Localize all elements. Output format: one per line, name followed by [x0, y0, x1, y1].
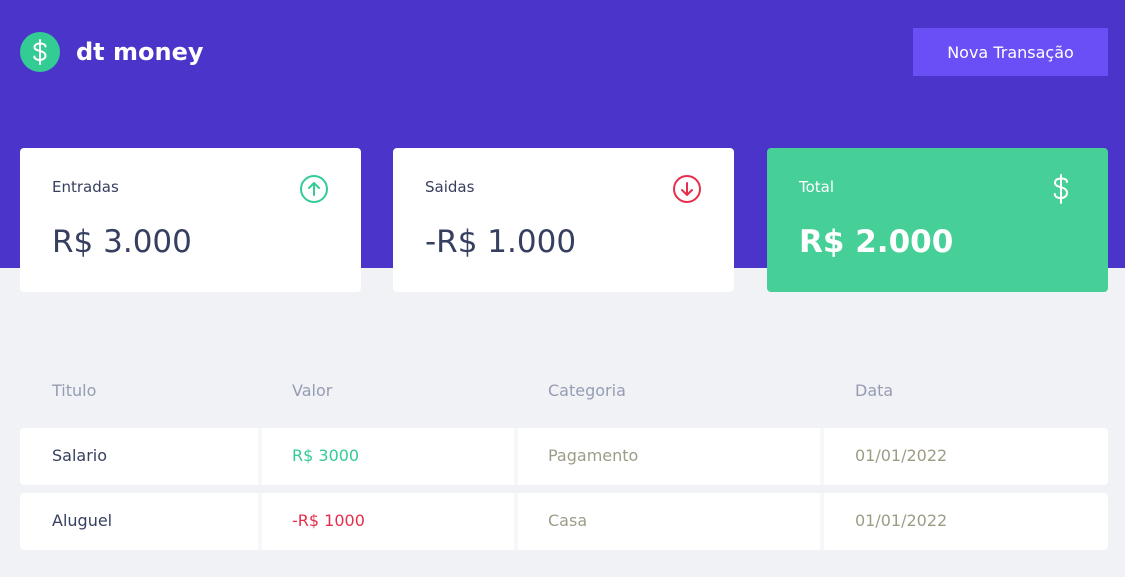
dollar-logo-icon	[20, 32, 60, 72]
row-amount: R$ 3000	[292, 446, 360, 465]
outcome-value: -R$ 1.000	[425, 224, 577, 260]
row-category: Pagamento	[548, 446, 639, 465]
table-row: Aluguel -R$ 1000 Casa 01/01/2022	[20, 493, 1108, 550]
column-date: Data	[855, 381, 894, 400]
table-row: Salario R$ 3000 Pagamento 01/01/2022	[20, 428, 1108, 485]
brand-name: dt money	[76, 38, 204, 66]
total-card: Total R$ 2.000	[767, 148, 1108, 292]
transactions-table-header: Titulo Valor Categoria Data	[20, 381, 1108, 403]
arrow-up-circle-icon	[300, 175, 328, 203]
outcome-label: Saidas	[425, 178, 475, 196]
row-category: Casa	[548, 511, 588, 530]
new-transaction-button[interactable]: Nova Transação	[913, 28, 1108, 76]
row-amount: -R$ 1000	[292, 511, 365, 530]
row-title: Salario	[52, 446, 108, 465]
column-title: Titulo	[52, 381, 97, 400]
dollar-icon	[1053, 174, 1069, 204]
brand: dt money	[20, 32, 204, 72]
income-value: R$ 3.000	[52, 224, 192, 260]
income-label: Entradas	[52, 178, 119, 196]
row-date: 01/01/2022	[855, 446, 948, 465]
outcome-card: Saidas -R$ 1.000	[393, 148, 734, 292]
income-card: Entradas R$ 3.000	[20, 148, 361, 292]
total-value: R$ 2.000	[799, 224, 954, 260]
total-label: Total	[799, 178, 835, 196]
row-title: Aluguel	[52, 511, 113, 530]
row-date: 01/01/2022	[855, 511, 948, 530]
arrow-down-circle-icon	[673, 175, 701, 203]
column-amount: Valor	[292, 381, 333, 400]
column-category: Categoria	[548, 381, 626, 400]
